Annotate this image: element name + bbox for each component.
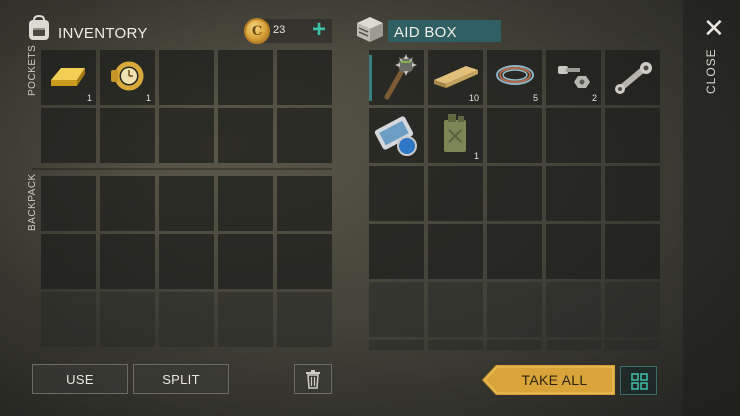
backpack-slot[interactable] <box>41 234 96 289</box>
aid-box-slot[interactable] <box>428 166 483 221</box>
pocket-slot[interactable] <box>159 50 214 105</box>
backpack-slot[interactable] <box>41 176 96 231</box>
pocket-slot[interactable] <box>100 108 155 163</box>
blueprint-map-icon <box>374 116 417 156</box>
item-quantity: 10 <box>468 93 479 103</box>
aid-box-slot[interactable] <box>369 166 424 221</box>
aid-box-slot-faded <box>487 340 542 350</box>
aid-box-slot-faded[interactable] <box>428 282 483 337</box>
aid-box-slot-faded[interactable] <box>605 282 660 337</box>
aid-box-slot[interactable]: 5 <box>487 50 542 105</box>
spiked-mace-icon <box>384 54 417 100</box>
piston-rod-icon <box>615 62 652 94</box>
pocket-slot[interactable] <box>41 108 96 163</box>
aid-box-slot-faded[interactable] <box>546 282 601 337</box>
aid-box-slot[interactable] <box>605 50 660 105</box>
grid-icon <box>631 373 648 390</box>
inventory-title: INVENTORY <box>58 25 148 42</box>
pocket-slot[interactable]: 1 <box>100 50 155 105</box>
use-button[interactable]: USE <box>32 364 128 394</box>
pockets-label: POCKETS <box>27 44 38 96</box>
backpack-slot-locked <box>100 292 155 347</box>
slot-selection-indicator <box>369 55 372 101</box>
pocket-slot[interactable] <box>277 108 332 163</box>
section-divider <box>32 168 332 170</box>
item-quantity: 2 <box>591 93 597 103</box>
aid-box-slot[interactable] <box>487 166 542 221</box>
add-currency-button[interactable]: + <box>309 18 329 43</box>
backpack-slot-locked <box>277 292 332 347</box>
aid-box-slot-faded <box>428 340 483 350</box>
gold-bar-icon <box>51 68 85 86</box>
backpack-label: BACKPACK <box>27 173 38 231</box>
pocket-slot[interactable] <box>218 108 273 163</box>
aid-box-slot-faded <box>369 340 424 350</box>
backpack-slot-locked <box>41 292 96 347</box>
take-all-button[interactable]: TAKE ALL <box>482 365 615 395</box>
take-all-label: TAKE ALL <box>521 372 588 388</box>
aid-box-slot[interactable] <box>605 108 660 163</box>
pocket-slot[interactable] <box>218 50 273 105</box>
backpack-icon <box>29 14 49 40</box>
aid-box-slot[interactable] <box>369 224 424 279</box>
backpack-slot[interactable] <box>159 176 214 231</box>
aid-box-slot[interactable]: 10 <box>428 50 483 105</box>
trash-icon <box>306 370 320 389</box>
trash-button[interactable] <box>294 364 332 394</box>
aid-box-slot[interactable] <box>605 166 660 221</box>
pocket-slot[interactable] <box>277 50 332 105</box>
coin-icon: C <box>244 18 270 44</box>
aid-box-slot[interactable] <box>487 108 542 163</box>
aid-box-slot-faded[interactable] <box>369 282 424 337</box>
aid-box-slot[interactable] <box>546 108 601 163</box>
wire-icon <box>496 65 534 85</box>
item-quantity: 1 <box>145 93 151 103</box>
pocket-slot[interactable]: 1 <box>41 50 96 105</box>
aid-box-slot[interactable]: 1 <box>428 108 483 163</box>
item-quantity: 1 <box>473 151 479 161</box>
aid-box-slot-faded[interactable] <box>487 282 542 337</box>
aid-box-slot-faded <box>546 340 601 350</box>
aid-box-slot[interactable] <box>369 50 424 105</box>
backpack-slot[interactable] <box>218 234 273 289</box>
crate-icon <box>357 17 383 42</box>
item-quantity: 1 <box>86 93 92 103</box>
aid-box-slot[interactable]: 2 <box>546 50 601 105</box>
backpack-slot-locked <box>218 292 273 347</box>
fuel-canister-icon <box>444 114 466 152</box>
wooden-plank-icon <box>434 66 478 88</box>
aid-box-slot[interactable] <box>369 108 424 163</box>
backpack-slot[interactable] <box>218 176 273 231</box>
backpack-slot[interactable] <box>100 176 155 231</box>
grid-view-button[interactable] <box>620 366 657 395</box>
backpack-slot[interactable] <box>100 234 155 289</box>
aid-box-slot[interactable] <box>487 224 542 279</box>
close-label[interactable]: CLOSE <box>704 48 718 94</box>
aid-box-slot[interactable] <box>546 166 601 221</box>
split-button[interactable]: SPLIT <box>133 364 229 394</box>
aid-box-slot-faded <box>605 340 660 350</box>
backpack-slot[interactable] <box>277 176 332 231</box>
backpack-slot-locked <box>159 292 214 347</box>
bolts-icon <box>558 66 590 88</box>
aid-box-slot[interactable] <box>428 224 483 279</box>
close-icon[interactable]: ✕ <box>703 15 725 41</box>
aid-box-title: AID BOX <box>394 24 457 41</box>
item-quantity: 5 <box>532 93 538 103</box>
backpack-slot[interactable] <box>277 234 332 289</box>
aid-box-slot[interactable] <box>546 224 601 279</box>
aid-box-slot[interactable] <box>605 224 660 279</box>
coin-count: 23 <box>273 24 286 36</box>
backpack-slot[interactable] <box>159 234 214 289</box>
gold-watch-icon <box>111 61 144 91</box>
pocket-slot[interactable] <box>159 108 214 163</box>
